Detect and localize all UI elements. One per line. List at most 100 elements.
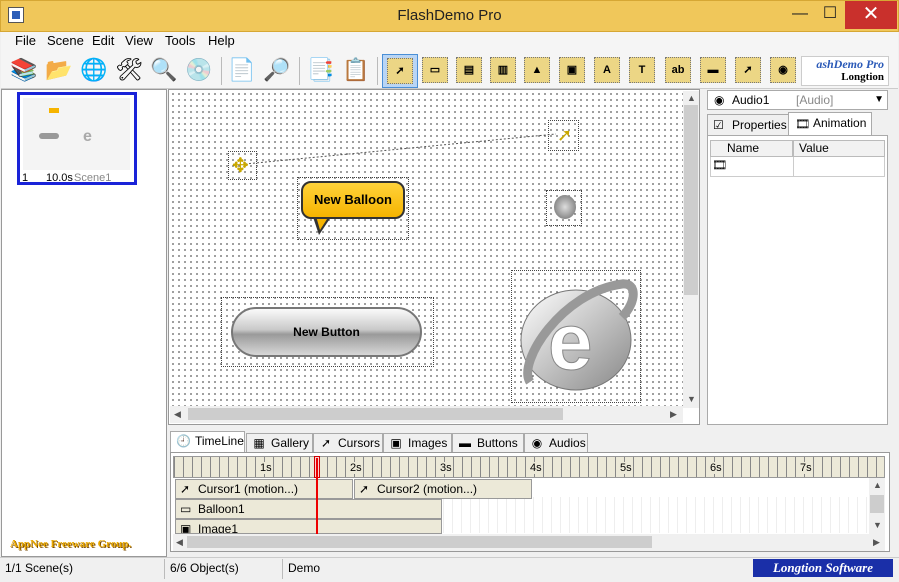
button-tool-icon[interactable]: ▬ xyxy=(700,57,726,83)
tab-cursors[interactable]: ➚ Cursors xyxy=(313,433,383,453)
cursor-end-object[interactable]: ➚ xyxy=(548,120,579,151)
column-name[interactable]: Name xyxy=(710,140,793,157)
timeline-vertical-scrollbar[interactable]: ▲ ▼ xyxy=(869,478,885,534)
tab-buttons[interactable]: ▬ Buttons xyxy=(452,433,524,453)
copy-icon[interactable]: 📑 xyxy=(306,55,336,85)
canvas-hscroll-thumb[interactable] xyxy=(188,408,563,420)
canvas-vscroll-thumb[interactable] xyxy=(684,105,698,295)
tab-audios-label: Audios xyxy=(549,436,586,450)
text-tool-icon[interactable]: A xyxy=(594,57,620,83)
label-tool-icon[interactable]: T xyxy=(629,57,655,83)
object-name: Audio1 xyxy=(732,93,770,107)
note-tool-icon[interactable]: ▤ xyxy=(456,57,482,83)
tab-properties[interactable]: ☑ Properties xyxy=(707,114,789,136)
scene-name: Scene1 xyxy=(74,172,112,184)
tab-animation[interactable]: 🎞 Animation xyxy=(788,112,872,136)
ie-logo-image[interactable]: e xyxy=(512,272,640,397)
tab-audios[interactable]: ◉ Audios xyxy=(524,433,588,453)
new-page-icon[interactable]: 📄 xyxy=(227,55,257,85)
object-select[interactable]: ◉ Audio1 [Audio] ▼ xyxy=(707,90,888,110)
button-icon: ▬ xyxy=(459,436,471,450)
tools-icon[interactable]: 🛠 xyxy=(114,55,144,85)
menu-scene[interactable]: Scene xyxy=(47,33,84,48)
maximize-button[interactable]: ☐ xyxy=(815,1,845,29)
balloon-tool-icon[interactable]: ▭ xyxy=(422,57,448,83)
bottom-tabs: 🕘 TimeLine ▦ Gallery ➚ Cursors ▣ Images ▬ But… xyxy=(170,431,890,454)
menu-file[interactable]: File xyxy=(15,33,36,48)
balloon-icon: ▭ xyxy=(180,502,192,516)
brand-logo: ashDemo Pro Longtion xyxy=(801,56,889,86)
menu-edit[interactable]: Edit xyxy=(92,33,114,48)
picture-tool-icon[interactable]: ▣ xyxy=(559,57,585,83)
canvas-horizontal-scrollbar[interactable]: ◀ ▶ xyxy=(170,406,683,423)
tab-animation-label: Animation xyxy=(813,116,867,130)
status-bar: 1/1 Scene(s) 6/6 Object(s) Demo Longtion… xyxy=(0,557,899,582)
grid-row[interactable]: 🎞 xyxy=(710,157,885,177)
playhead[interactable] xyxy=(316,458,318,534)
track-balloon[interactable]: ▭ Balloon1 xyxy=(175,499,442,519)
status-brand: Longtion Software xyxy=(753,559,893,577)
audio-tool-icon[interactable]: ◉ xyxy=(770,57,796,83)
cursor-icon: ➚ xyxy=(320,436,332,450)
zoom-icon[interactable]: 🔍 xyxy=(149,55,179,85)
select-tool[interactable]: ➚ xyxy=(382,54,418,88)
timeline-horizontal-scrollbar[interactable]: ◀ ▶ xyxy=(173,534,885,551)
watermark-text: AppNee Freeware Group. xyxy=(10,538,132,550)
paste-icon[interactable]: 📋 xyxy=(341,55,371,85)
canvas-vertical-scrollbar[interactable]: ▲ ▼ xyxy=(683,91,699,408)
menu-tools[interactable]: Tools xyxy=(165,33,195,48)
clock-icon: 🕘 xyxy=(176,434,191,448)
image-tool-icon[interactable]: ▲ xyxy=(524,57,550,83)
timeline-vscroll-thumb[interactable] xyxy=(870,495,884,513)
tick-7s: 7s xyxy=(799,462,813,474)
input-tool-icon[interactable]: ab xyxy=(665,57,691,83)
cursor-start-object[interactable]: ✥ xyxy=(228,151,257,180)
film-icon: 🎞 xyxy=(712,158,728,172)
new-balloon[interactable]: New Balloon xyxy=(301,181,405,219)
preview-icon[interactable]: 💿 xyxy=(184,55,214,85)
scene-thumbnail[interactable]: e 1 10.0s Scene1 xyxy=(17,92,137,185)
publish-icon[interactable]: 🌐 xyxy=(79,55,109,85)
tab-gallery-label: Gallery xyxy=(271,436,310,450)
toolbar: 📚 📂 🌐 🛠 🔍 💿 📄 🔎 📑 📋 ➚ ▭ ▤ ▥ ▲ ▣ A T ab ▬… xyxy=(1,51,898,89)
timeline-hscroll-thumb[interactable] xyxy=(187,536,652,548)
properties-icon: ☑ xyxy=(713,118,724,132)
menu-view[interactable]: View xyxy=(125,33,153,48)
status-objects: 6/6 Object(s) xyxy=(165,559,283,579)
track-image-label: Image1 xyxy=(198,522,239,534)
tick-1s: 1s xyxy=(259,462,273,474)
new-button[interactable]: New Button xyxy=(231,307,422,357)
audio-object[interactable] xyxy=(546,190,582,226)
speaker-icon xyxy=(554,195,576,219)
track-cursor2[interactable]: ➚ Cursor2 (motion...) xyxy=(354,479,532,499)
page-zoom-icon[interactable]: 🔎 xyxy=(262,55,292,85)
track-image[interactable]: ▣ Image1 xyxy=(175,519,442,534)
close-button[interactable]: ✕ xyxy=(845,1,897,29)
audio-icon: ◉ xyxy=(714,93,725,107)
cursor-icon: ➚ xyxy=(359,482,370,496)
track-cursor1[interactable]: ➚ Cursor1 (motion...) xyxy=(175,479,353,499)
minimize-button[interactable]: — xyxy=(785,1,815,29)
tab-timeline[interactable]: 🕘 TimeLine xyxy=(170,431,245,454)
scene-number: 1 xyxy=(22,172,29,184)
scene-preview: e xyxy=(23,98,130,170)
tick-4s: 4s xyxy=(529,462,543,474)
tab-gallery[interactable]: ▦ Gallery xyxy=(246,433,313,453)
tab-images[interactable]: ▣ Images xyxy=(383,433,452,453)
time-ruler[interactable]: 1s 2s 3s 4s 5s 6s 7s xyxy=(173,456,885,478)
column-value[interactable]: Value xyxy=(793,140,885,157)
audio-icon: ◉ xyxy=(531,436,543,450)
move-cursor-icon: ✥ xyxy=(232,155,249,177)
shape-tool-icon[interactable]: ▥ xyxy=(490,57,516,83)
gallery-icon: ▦ xyxy=(253,436,265,450)
cursor-tool-icon[interactable]: ➚ xyxy=(735,57,761,83)
tab-buttons-label: Buttons xyxy=(477,436,518,450)
open-icon[interactable]: 📂 xyxy=(44,55,74,85)
menu-help[interactable]: Help xyxy=(208,33,235,48)
track-cursor1-label: Cursor1 (motion...) xyxy=(198,482,299,496)
new-project-icon[interactable]: 📚 xyxy=(9,55,39,85)
track-cursor2-label: Cursor2 (motion...) xyxy=(377,482,478,496)
tab-images-label: Images xyxy=(408,436,448,450)
image-icon: ▣ xyxy=(390,436,402,450)
tick-3s: 3s xyxy=(439,462,453,474)
